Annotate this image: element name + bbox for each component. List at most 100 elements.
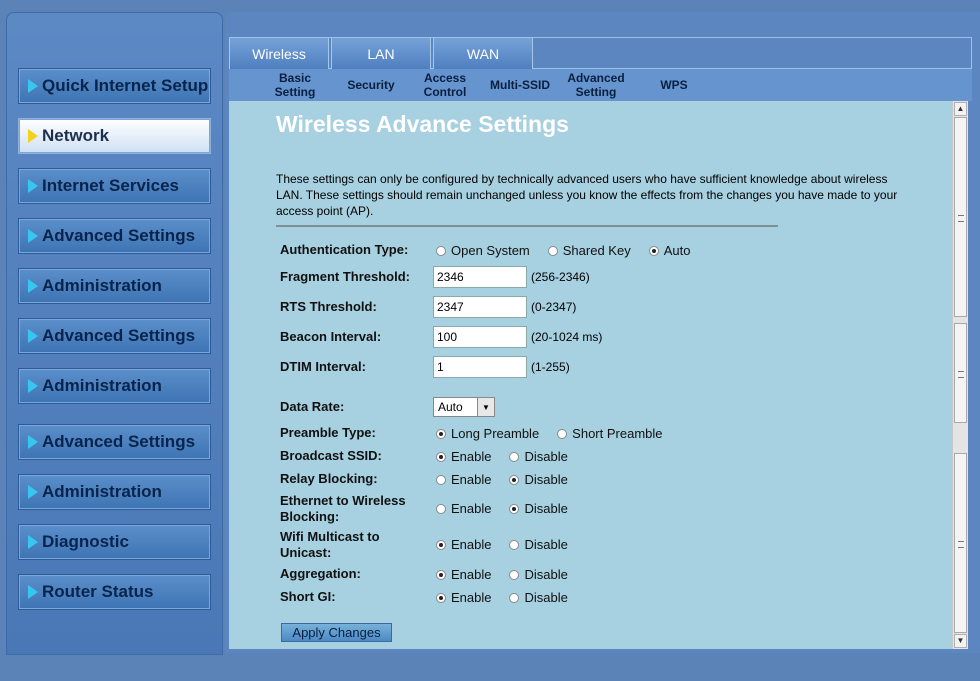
grip-icon	[958, 541, 964, 548]
beacon-interval-label: Beacon Interval:	[280, 329, 382, 344]
short-gi-enable-radio[interactable]: Enable	[436, 590, 491, 605]
ethernet-wireless-blocking-label: Ethernet to Wireless Blocking:	[280, 493, 406, 524]
wifi-multicast-disable-radio[interactable]: Disable	[509, 537, 568, 552]
ethernet-wireless-disable-radio[interactable]: Disable	[509, 501, 568, 516]
apply-changes-button[interactable]: Apply Changes	[281, 623, 392, 642]
auth-shared-key-radio[interactable]: Shared Key	[547, 243, 631, 258]
auth-type-label: Authentication Type:	[280, 242, 409, 257]
broadcast-ssid-group: Enable Disable	[436, 449, 586, 464]
arrow-icon	[28, 585, 38, 599]
radio-icon	[509, 569, 520, 580]
data-rate-value: Auto	[438, 400, 463, 414]
sidebar-item-label: Advanced Settings	[42, 432, 196, 451]
relay-blocking-group: Enable Disable	[436, 472, 586, 487]
auth-open-system-radio[interactable]: Open System	[436, 243, 530, 258]
radio-icon	[436, 569, 446, 580]
scroll-thumb[interactable]	[954, 117, 967, 317]
short-gi-group: Enable Disable	[436, 590, 586, 605]
aggregation-label: Aggregation:	[280, 566, 361, 581]
arrow-icon	[28, 329, 38, 343]
sidebar-item-administration[interactable]: Administration	[18, 368, 211, 404]
sidebar-item-network[interactable]: Network	[18, 118, 211, 154]
radio-icon	[436, 539, 446, 550]
broadcast-ssid-enable-radio[interactable]: Enable	[436, 449, 491, 464]
radio-icon	[509, 503, 520, 514]
radio-icon	[436, 428, 446, 439]
wifi-multicast-group: Enable Disable	[436, 537, 586, 552]
dtim-interval-range: (1-255)	[531, 360, 570, 374]
aggregation-enable-radio[interactable]: Enable	[436, 567, 491, 582]
dtim-interval-input[interactable]	[433, 356, 527, 378]
tab-lan[interactable]: LAN	[331, 38, 431, 69]
relay-blocking-disable-radio[interactable]: Disable	[509, 472, 568, 487]
radio-icon	[436, 503, 446, 514]
beacon-interval-range: (20-1024 ms)	[531, 330, 603, 344]
tab-bar: Wireless LAN WAN	[229, 37, 972, 69]
divider	[276, 225, 778, 227]
sidebar-item-diagnostic[interactable]: Diagnostic	[18, 524, 211, 560]
sidebar-item-label: Network	[42, 126, 110, 145]
relay-blocking-enable-radio[interactable]: Enable	[436, 472, 491, 487]
rts-threshold-range: (0-2347)	[531, 300, 577, 314]
ethernet-wireless-enable-radio[interactable]: Enable	[436, 501, 491, 516]
sidebar-item-advanced-settings[interactable]: Advanced Settings	[18, 218, 211, 254]
sidebar-item-label: Advanced Settings	[42, 326, 196, 345]
broadcast-ssid-label: Broadcast SSID:	[280, 448, 382, 463]
subtab-access-control[interactable]: Access Control	[419, 69, 471, 101]
subtab-wps[interactable]: WPS	[649, 69, 699, 101]
scroll-up-icon[interactable]: ▲	[954, 102, 967, 116]
subtab-advanced-setting[interactable]: Advanced Setting	[562, 69, 630, 101]
data-rate-label: Data Rate:	[280, 399, 345, 414]
sidebar-item-router-status[interactable]: Router Status	[18, 574, 211, 610]
broadcast-ssid-disable-radio[interactable]: Disable	[509, 449, 568, 464]
aggregation-group: Enable Disable	[436, 567, 586, 582]
arrow-icon	[28, 485, 38, 499]
radio-icon	[557, 428, 568, 439]
auth-auto-radio[interactable]: Auto	[648, 243, 690, 258]
short-gi-disable-radio[interactable]: Disable	[509, 590, 568, 605]
preamble-short-radio[interactable]: Short Preamble	[557, 426, 663, 441]
radio-icon	[509, 592, 520, 603]
sidebar-item-label: Administration	[42, 276, 162, 295]
fragment-threshold-label: Fragment Threshold:	[280, 269, 411, 284]
scroll-down-icon[interactable]: ▼	[954, 634, 967, 648]
scroll-thumb[interactable]	[954, 453, 967, 633]
chevron-down-icon: ▼	[477, 398, 494, 416]
beacon-interval-input[interactable]	[433, 326, 527, 348]
wifi-multicast-label: Wifi Multicast to Unicast:	[280, 529, 380, 560]
arrow-icon	[28, 535, 38, 549]
radio-icon	[436, 592, 446, 603]
sidebar-item-quick-internet-setup[interactable]: Quick Internet Setup	[18, 68, 211, 104]
radio-icon	[509, 451, 520, 462]
sidebar-item-advanced-settings[interactable]: Advanced Settings	[18, 424, 211, 460]
sidebar-item-advanced-settings[interactable]: Advanced Settings	[18, 318, 211, 354]
sidebar-item-administration[interactable]: Administration	[18, 268, 211, 304]
subtab-basic-setting[interactable]: Basic Setting	[257, 69, 333, 101]
sidebar-item-label: Internet Services	[42, 176, 180, 195]
radio-icon	[436, 451, 446, 462]
aggregation-disable-radio[interactable]: Disable	[509, 567, 568, 582]
radio-icon	[648, 245, 659, 256]
tab-wan[interactable]: WAN	[433, 38, 533, 69]
arrow-icon	[28, 379, 38, 393]
data-rate-select[interactable]: Auto ▼	[433, 397, 495, 417]
rts-threshold-label: RTS Threshold:	[280, 299, 377, 314]
tab-wireless[interactable]: Wireless	[229, 38, 329, 69]
sidebar-item-administration[interactable]: Administration	[18, 474, 211, 510]
page-description: These settings can only be configured by…	[276, 172, 898, 218]
scrollbar[interactable]: ▲ ▼	[952, 101, 968, 649]
scroll-thumb[interactable]	[954, 323, 967, 423]
dtim-interval-label: DTIM Interval:	[280, 359, 366, 374]
arrow-icon	[28, 435, 38, 449]
fragment-threshold-input[interactable]	[433, 266, 527, 288]
wifi-multicast-enable-radio[interactable]: Enable	[436, 537, 491, 552]
subtab-multi-ssid[interactable]: Multi-SSID	[489, 69, 551, 101]
rts-threshold-input[interactable]	[433, 296, 527, 318]
main-panel: Wireless LAN WAN Basic Setting Security …	[225, 12, 980, 653]
subtab-security[interactable]: Security	[343, 69, 399, 101]
page-title: Wireless Advance Settings	[276, 111, 569, 137]
preamble-long-radio[interactable]: Long Preamble	[436, 426, 539, 441]
sidebar-item-label: Router Status	[42, 582, 154, 601]
sidebar-item-internet-services[interactable]: Internet Services	[18, 168, 211, 204]
arrow-icon	[28, 229, 38, 243]
